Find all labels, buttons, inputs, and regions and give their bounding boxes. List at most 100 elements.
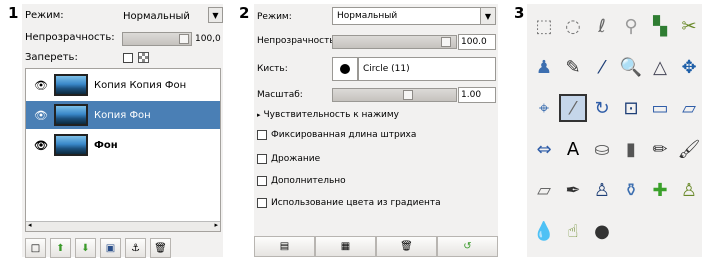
tool-free-select-button[interactable]: ℓ — [588, 12, 616, 40]
save-icon: ▤ — [279, 241, 290, 252]
opacity-spin[interactable]: 100,0 — [193, 31, 223, 47]
tool-shear-button[interactable]: ▭ — [646, 94, 674, 122]
delete-options-button[interactable]: 🗑 — [376, 236, 437, 257]
tool-foreground-select-button[interactable]: ♟ — [530, 53, 558, 81]
restore-icon: ▦ — [340, 241, 351, 252]
option-jitter[interactable]: Дрожание — [257, 154, 320, 164]
scissors-icon: ✂ — [681, 15, 697, 37]
tool-text-button[interactable]: A — [559, 135, 587, 163]
tool-scissors-button[interactable]: ✂ — [675, 12, 702, 40]
lock-alpha-icon[interactable] — [138, 52, 149, 63]
mode-combo[interactable]: Нормальный ▼ — [119, 7, 223, 25]
smudge-icon: ☝ — [567, 220, 579, 242]
layer-row[interactable]: 👁 Копия Копия Фон — [26, 71, 220, 99]
tool-dodge-burn-button[interactable]: ● — [588, 217, 616, 245]
option-label: Использование цвета из градиента — [271, 198, 441, 208]
opacity-slider[interactable] — [122, 32, 192, 46]
tool-smudge-button[interactable]: ☝ — [559, 217, 587, 245]
slider-thumb[interactable] — [441, 37, 451, 47]
eye-icon[interactable]: 👁 — [34, 79, 48, 92]
perspective-clone-icon: ♙ — [680, 179, 698, 201]
tool-ink-button[interactable]: ♙ — [588, 176, 616, 204]
option-label: Фиксированная длина штриха — [271, 130, 417, 140]
tool-scale-button[interactable]: ⊡ — [617, 94, 645, 122]
scale-slider[interactable] — [332, 88, 457, 102]
align-icon: ⌖ — [538, 97, 550, 119]
tool-heal-button[interactable]: ✚ — [646, 176, 674, 204]
eye-icon[interactable]: 👁 — [34, 139, 48, 152]
option-incremental[interactable]: Дополнительно — [257, 176, 346, 186]
opacity-spin[interactable]: 100.0 — [458, 34, 496, 50]
slider-thumb[interactable] — [179, 34, 189, 44]
tool-color-picker-button[interactable]: ⁄ — [588, 53, 616, 81]
shear-icon: ▭ — [651, 97, 669, 119]
scale-label: Масштаб: — [257, 90, 303, 100]
tool-ellipse-select-button[interactable]: ◌ — [559, 12, 587, 40]
layer-row[interactable]: 👁 Фон — [26, 131, 220, 159]
reset-options-button[interactable]: ↺ — [437, 236, 498, 257]
move-icon: ✥ — [681, 56, 697, 78]
tool-fuzzy-select-button[interactable]: ⚲ — [617, 12, 645, 40]
mode-combo[interactable]: Нормальный ▼ — [332, 7, 496, 25]
tool-rect-select-button[interactable]: ⬚ — [530, 12, 558, 40]
perspective-icon: ▱ — [682, 97, 696, 119]
delete-layer-button[interactable]: 🗑 — [150, 238, 171, 258]
tool-airbrush-button[interactable]: ✒ — [559, 176, 587, 204]
restore-options-button[interactable]: ▦ — [315, 236, 376, 257]
anchor-icon: ⚓ — [131, 242, 140, 254]
foreground-select-icon: ♟ — [535, 56, 553, 78]
tool-paths-button[interactable]: ✎ — [559, 53, 587, 81]
tool-blur-button[interactable]: 💧 — [530, 217, 558, 245]
slider-thumb[interactable] — [403, 90, 413, 100]
horizontal-scrollbar[interactable]: ◂ ▸ — [26, 221, 220, 231]
paintbrush-icon: 🖌 — [677, 138, 701, 160]
panel-number-2: 2 — [239, 4, 250, 22]
arrow-up-icon: ⬆ — [56, 242, 65, 254]
tool-perspective-button[interactable]: ▱ — [675, 94, 702, 122]
lock-pixels-checkbox[interactable] — [123, 53, 133, 63]
checkbox[interactable] — [257, 130, 267, 140]
arrow-left-icon[interactable]: ◂ — [28, 221, 32, 229]
blend-icon: ▮ — [626, 138, 636, 160]
color-picker-icon: ⁄ — [600, 56, 604, 78]
arrow-right-icon[interactable]: ▸ — [214, 221, 218, 229]
tool-rotate-button[interactable]: ↻ — [588, 94, 616, 122]
scale-spin[interactable]: 1.00 — [458, 87, 496, 103]
tool-paintbrush-button[interactable]: 🖌 — [675, 135, 702, 163]
tool-blend-button[interactable]: ▮ — [617, 135, 645, 163]
layer-row-selected[interactable]: 👁 Копия Фон — [26, 101, 220, 129]
brush-preview-button[interactable] — [332, 57, 358, 81]
tool-move-button[interactable]: ✥ — [675, 53, 702, 81]
duplicate-layer-button[interactable]: ▣ — [100, 238, 121, 258]
tool-bucket-fill-button[interactable]: ⛀ — [588, 135, 616, 163]
tool-clone-button[interactable]: ⚱ — [617, 176, 645, 204]
tool-perspective-clone-button[interactable]: ♙ — [675, 176, 702, 204]
option-fixed-stroke[interactable]: Фиксированная длина штриха — [257, 130, 416, 140]
eye-icon[interactable]: 👁 — [34, 109, 48, 122]
tool-measure-button[interactable]: △ — [646, 53, 674, 81]
checkbox[interactable] — [257, 176, 267, 186]
option-gradient-color[interactable]: Использование цвета из градиента — [257, 198, 441, 208]
tool-pencil-button[interactable]: ✏ — [646, 135, 674, 163]
tool-flip-button[interactable]: ⇔ — [530, 135, 558, 163]
lower-layer-button[interactable]: ⬇ — [75, 238, 96, 258]
save-options-button[interactable]: ▤ — [254, 236, 315, 257]
new-layer-button[interactable]: □ — [25, 238, 46, 258]
chevron-down-icon: ▼ — [480, 8, 495, 24]
opacity-slider[interactable] — [332, 35, 457, 49]
tool-eraser-button[interactable]: ▱ — [530, 176, 558, 204]
tool-zoom-button[interactable]: 🔍 — [617, 53, 645, 81]
checkbox[interactable] — [257, 154, 267, 164]
scale-icon: ⊡ — [623, 97, 639, 119]
layers-panel: Режим: Нормальный ▼ Непрозрачность: 100,… — [22, 4, 223, 258]
layer-thumbnail — [54, 104, 88, 126]
raise-layer-button[interactable]: ⬆ — [50, 238, 71, 258]
pressure-expander[interactable]: ▸ Чувствительность к нажиму — [257, 110, 399, 120]
anchor-layer-button[interactable]: ⚓ — [125, 238, 146, 258]
tool-color-select-button[interactable]: ▚ — [646, 12, 674, 40]
tool-align-button[interactable]: ⌖ — [530, 94, 558, 122]
brush-name-field[interactable]: Circle (11) — [358, 57, 496, 81]
tool-crop-button[interactable]: ⁄ — [559, 94, 587, 122]
checkbox[interactable] — [257, 198, 267, 208]
fuzzy-select-icon: ⚲ — [624, 15, 638, 37]
